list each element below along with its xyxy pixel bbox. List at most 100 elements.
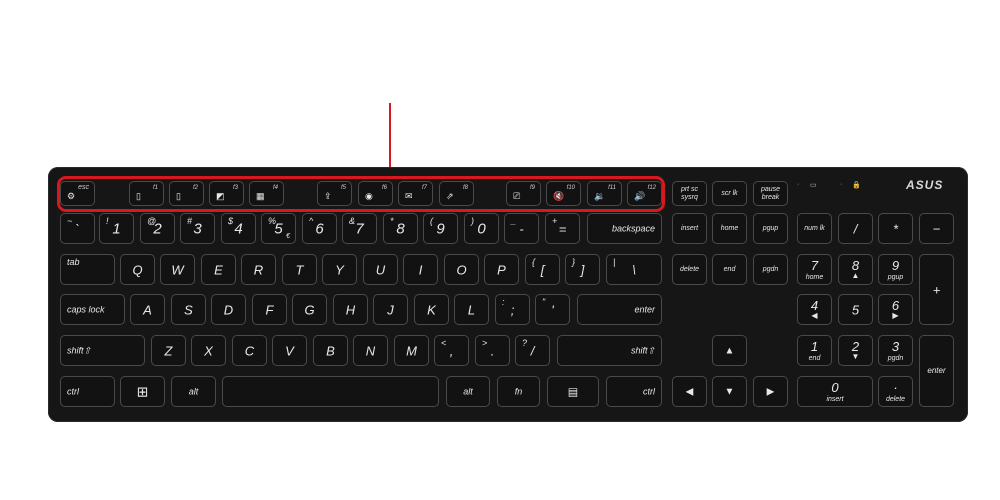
- key-8[interactable]: * 8: [383, 213, 418, 244]
- key-x[interactable]: X: [191, 335, 226, 366]
- key-backtick[interactable]: ~ `: [60, 213, 95, 244]
- lbracket-label: [: [540, 262, 545, 277]
- key-numlk[interactable]: num lk: [797, 213, 832, 244]
- key-left-bracket[interactable]: { [: [525, 254, 560, 285]
- key-numpad-2[interactable]: 2 ▼: [838, 335, 873, 366]
- key-numpad-7[interactable]: 7 home: [797, 254, 832, 285]
- key-numpad-decimal[interactable]: · delete: [878, 376, 913, 407]
- b-label: B: [326, 343, 335, 358]
- key-pause[interactable]: pause break: [753, 181, 788, 206]
- key-period[interactable]: > .: [475, 335, 510, 366]
- key-h[interactable]: H: [333, 294, 368, 325]
- key-0[interactable]: ) 0: [464, 213, 499, 244]
- key-backspace[interactable]: backspace: [587, 213, 662, 244]
- key-right[interactable]: ▶: [753, 376, 788, 407]
- key-space[interactable]: [222, 376, 439, 407]
- key-equals[interactable]: + =: [545, 213, 580, 244]
- key-a[interactable]: A: [130, 294, 165, 325]
- key-home[interactable]: home: [712, 213, 747, 244]
- key-p[interactable]: P: [484, 254, 519, 285]
- key-u[interactable]: U: [363, 254, 398, 285]
- key-d[interactable]: D: [211, 294, 246, 325]
- key-right-ctrl[interactable]: ctrl: [606, 376, 662, 407]
- g-label: G: [304, 302, 315, 317]
- key-5[interactable]: % 5 €: [261, 213, 296, 244]
- key-left-shift[interactable]: shift⇧: [60, 335, 145, 366]
- key-pgup[interactable]: pgup: [753, 213, 788, 244]
- key-w[interactable]: W: [160, 254, 195, 285]
- key-minus[interactable]: _ -: [504, 213, 539, 244]
- t-label: T: [295, 262, 304, 277]
- key-l[interactable]: L: [454, 294, 489, 325]
- key-delete[interactable]: delete: [672, 254, 707, 285]
- key-f[interactable]: F: [252, 294, 287, 325]
- key-semicolon[interactable]: : ;: [495, 294, 530, 325]
- key-end[interactable]: end: [712, 254, 747, 285]
- key-fn[interactable]: fn: [497, 376, 540, 407]
- key-left-alt[interactable]: alt: [171, 376, 216, 407]
- key-left-ctrl[interactable]: ctrl: [60, 376, 115, 407]
- key-e[interactable]: E: [201, 254, 236, 285]
- key-right-alt[interactable]: alt: [446, 376, 490, 407]
- up-arrow-icon: ▲: [851, 271, 860, 280]
- key-2[interactable]: @ 2: [140, 213, 175, 244]
- key-numpad-multiply[interactable]: *: [878, 213, 913, 244]
- two-label: 2: [153, 220, 162, 237]
- key-j[interactable]: J: [373, 294, 408, 325]
- key-y[interactable]: Y: [322, 254, 357, 285]
- key-z[interactable]: Z: [151, 335, 186, 366]
- key-numpad-0[interactable]: 0 insert: [797, 376, 873, 407]
- key-9[interactable]: ( 9: [423, 213, 458, 244]
- key-pgdn[interactable]: pgdn: [753, 254, 788, 285]
- key-4[interactable]: $ 4: [221, 213, 256, 244]
- key-s[interactable]: S: [171, 294, 206, 325]
- key-numpad-3[interactable]: 3 pgdn: [878, 335, 913, 366]
- key-right-shift[interactable]: shift⇧: [557, 335, 662, 366]
- key-comma[interactable]: < ,: [434, 335, 469, 366]
- key-down[interactable]: ▼: [712, 376, 747, 407]
- key-tab[interactable]: tab: [60, 254, 115, 285]
- key-v[interactable]: V: [272, 335, 307, 366]
- d-label: D: [223, 302, 234, 317]
- key-g[interactable]: G: [292, 294, 327, 325]
- key-left[interactable]: ◀: [672, 376, 707, 407]
- key-1[interactable]: ! 1: [99, 213, 134, 244]
- key-n[interactable]: N: [353, 335, 388, 366]
- key-t[interactable]: T: [282, 254, 317, 285]
- key-enter[interactable]: enter: [577, 294, 662, 325]
- key-r[interactable]: R: [241, 254, 276, 285]
- key-menu[interactable]: ▤: [547, 376, 599, 407]
- key-backslash[interactable]: | \: [606, 254, 662, 285]
- key-right-bracket[interactable]: } ]: [565, 254, 600, 285]
- key-numpad-6[interactable]: 6 ▶: [878, 294, 913, 325]
- key-numpad-enter[interactable]: enter: [919, 335, 954, 407]
- key-numpad-add[interactable]: +: [919, 254, 954, 325]
- key-c[interactable]: C: [232, 335, 267, 366]
- key-numpad-5[interactable]: 5: [838, 294, 873, 325]
- key-b[interactable]: B: [313, 335, 348, 366]
- np3-label: 3: [891, 339, 900, 354]
- key-numpad-9[interactable]: 9 pgup: [878, 254, 913, 285]
- key-scrlk[interactable]: scr lk: [712, 181, 747, 206]
- key-slash[interactable]: ? /: [515, 335, 550, 366]
- key-q[interactable]: Q: [120, 254, 155, 285]
- key-numpad-1[interactable]: 1 end: [797, 335, 832, 366]
- key-up[interactable]: ▲: [712, 335, 747, 366]
- key-numpad-subtract[interactable]: −: [919, 213, 954, 244]
- key-windows[interactable]: ⊞: [120, 376, 165, 407]
- key-3[interactable]: # 3: [180, 213, 215, 244]
- key-6[interactable]: ^ 6: [302, 213, 337, 244]
- key-prtsc[interactable]: prt sc sysrq: [672, 181, 707, 206]
- key-numpad-8[interactable]: 8 ▲: [838, 254, 873, 285]
- key-o[interactable]: O: [444, 254, 479, 285]
- key-m[interactable]: M: [394, 335, 429, 366]
- key-numpad-divide[interactable]: /: [838, 213, 873, 244]
- np7-label: 7: [810, 258, 819, 273]
- key-7[interactable]: & 7: [342, 213, 377, 244]
- key-quote[interactable]: " ': [535, 294, 570, 325]
- key-caps-lock[interactable]: caps lock: [60, 294, 125, 325]
- key-numpad-4[interactable]: 4 ◀: [797, 294, 832, 325]
- key-k[interactable]: K: [414, 294, 449, 325]
- key-insert[interactable]: insert: [672, 213, 707, 244]
- key-i[interactable]: I: [403, 254, 438, 285]
